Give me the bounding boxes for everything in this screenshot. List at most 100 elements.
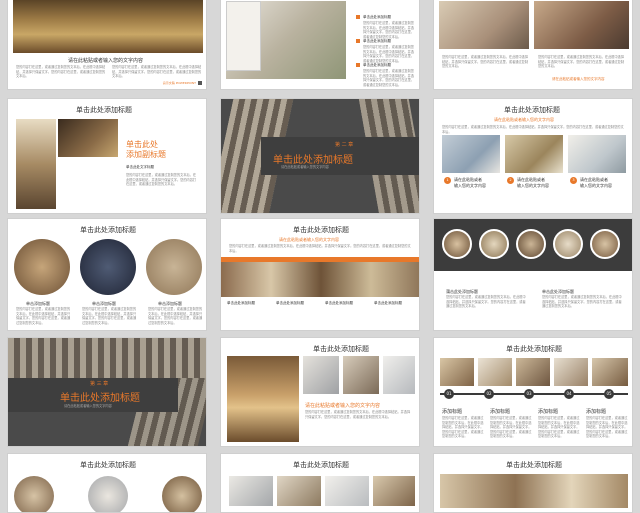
slide-8-label-2: 单击此处添加标题 [276, 301, 304, 305]
slide-5-chapter: 第 二 章 [335, 142, 354, 148]
slide-12-num-5: 05 [604, 389, 614, 399]
slide-1-logo: 演示文稿 POWERPOINT [162, 81, 203, 85]
slide-12-body-1: 您的内容打在这里，或者通过复制您的文本后，在此框中选择粘贴，并选择只保留文字。您… [442, 416, 484, 438]
slide-6-intro: 您的内容打在这里，或者通过复制您的文本后，在此框中选择粘贴，并选择只保留文字。您… [442, 125, 624, 134]
slide-8[interactable]: 单击此处添加标题 请在此粘贴或者输入您的文字内容 您的内容打在这里，或者通过复制… [220, 218, 420, 331]
slide-1[interactable]: 请在此粘贴或者输入您的文字内容 您的内容打在这里，或者通过复制您的文本后，在此框… [7, 0, 207, 90]
slide-13[interactable]: 单击此处添加标题 [7, 453, 207, 513]
slide-11-photo-4 [383, 356, 415, 394]
slide-4[interactable]: 单击此处添加标题 单击此处 添加副标题 单击此处文字标题 您的内容打在这里，或者… [7, 98, 207, 214]
slide-2-bullet-3 [356, 63, 360, 67]
slide-12-body-4: 您的内容打在这里，或者通过复制您的文本后，在此框中选择粘贴，并选择只保留文字。您… [586, 416, 628, 438]
slide-8-sub: 请在此粘贴或者输入您的文字内容 [279, 237, 339, 242]
slide-11-text: 请在此粘贴或者输入您的文字内容 [305, 403, 381, 409]
slide-11-title: 单击此处添加标题 [313, 345, 369, 353]
slide-8-label-4: 单击此处添加标题 [374, 301, 402, 305]
slide-11[interactable]: 单击此处添加标题 请在此粘贴或者输入您的文字内容 您的内容打在这里，或者通过复制… [220, 337, 420, 447]
slide-14[interactable]: 单击此处添加标题 [220, 453, 420, 513]
slide-10-slats-top [8, 338, 206, 378]
slide-6-sub: 请在此粘贴或者输入您的文字内容 [494, 117, 554, 122]
slide-9-circle-4 [553, 229, 583, 259]
slide-5-sub: 请在此粘贴或者输入您的文字内容 [281, 165, 329, 169]
slide-1-photo [13, 0, 203, 53]
slide-12-label-1: 添加标题 [442, 409, 463, 415]
slide-12-photo-4 [554, 358, 588, 386]
slide-4-title-2: 添加副标题 [126, 150, 166, 159]
slide-12[interactable]: 单击此处添加标题 01 02 03 04 05 添加标题 添加标题 添加标题 添… [433, 337, 633, 447]
slide-15[interactable]: 单击此处添加标题 [433, 453, 633, 513]
slide-3-photo-1 [439, 1, 529, 49]
slide-14-photo-4 [373, 476, 415, 506]
slide-11-body: 您的内容打在这里，或者通过复制您的文本后，在此框中选择粘贴，并选择只保留文字。您… [305, 410, 411, 419]
slide-8-strip-bar [221, 257, 419, 262]
slide-6-title: 单击此处添加标题 [504, 106, 560, 114]
slide-8-intro: 您的内容打在这里，或者通过复制您的文本后，在此框中选择粘贴，并选择只保留文字。您… [229, 244, 411, 253]
slide-3[interactable]: 您的内容打在这里，或者通过复制您的文本后，在此框中选择粘贴，并选择只保留文字。您… [433, 0, 633, 90]
slide-6[interactable]: 单击此处添加标题 请在此粘贴或者输入您的文字内容 您的内容打在这里，或者通过复制… [433, 98, 633, 214]
slide-12-num-1: 01 [444, 389, 454, 399]
slide-7-circle-2 [80, 239, 136, 295]
slide-3-photo-2 [534, 1, 629, 49]
slide-7-title: 单击此处添加标题 [80, 226, 136, 234]
slide-1-body-2: 您的内容打在这里，或者通过复制您的文本后，在此框中选择粘贴，并选择只保留文字。您… [112, 65, 202, 78]
slide-6-caption-3: 请在此粘贴或者 输入您的文字内容 [580, 177, 612, 188]
slide-4-sub: 单击此处文字标题 [126, 165, 154, 169]
slide-9-circle-1 [442, 229, 472, 259]
slide-3-caption: 请在此粘贴或者输入您的文字内容 [552, 77, 605, 81]
slide-2-item-1-body: 您的内容打在这里，或者通过复制您的文本后，在此框中选择粘贴，并选择只保留文字。您… [363, 21, 414, 39]
slide-12-title: 单击此处添加标题 [506, 345, 562, 353]
slide-2[interactable]: 单击此处添加标题 您的内容打在这里，或者通过复制您的文本后，在此框中选择粘贴，并… [220, 0, 420, 90]
slide-9-body-2: 您的内容打在这里，或者通过复制您的文本后，在此框中选择粘贴，并选择只保留文字。您… [542, 295, 622, 308]
slide-2-item-1: 单击此处添加标题 [363, 15, 391, 19]
slide-3-body: 您的内容打在这里，或者通过复制您的文本后，在此框中选择粘贴，并选择只保留文字。您… [442, 55, 529, 68]
slide-6-num-1: 1 [444, 177, 451, 184]
slide-12-num-2: 02 [484, 389, 494, 399]
slide-10[interactable]: 第 三 章 单击此处添加标题 请在此粘贴或者输入您的文字内容 [7, 337, 207, 447]
slide-6-caption-1: 请在此粘贴或者 输入您的文字内容 [454, 177, 486, 188]
slide-2-item-3: 单击此处添加标题 [363, 63, 391, 67]
slide-6-photo-2 [505, 135, 563, 173]
slide-12-body-2: 您的内容打在这里，或者通过复制您的文本后，在此框中选择粘贴，并选择只保留文字。您… [490, 416, 532, 438]
slide-13-circle-1 [14, 476, 54, 512]
slide-9-body-1: 您的内容打在这里，或者通过复制您的文本后，在此框中选择粘贴，并选择只保留文字。您… [446, 295, 526, 308]
slide-12-label-2: 添加标题 [490, 409, 511, 415]
slide-3-body-2: 您的内容打在这里，或者通过复制您的文本后，在此框中选择粘贴，并选择只保留文字。您… [538, 55, 625, 68]
slide-12-photo-2 [478, 358, 512, 386]
slide-10-title: 单击此处添加标题 [60, 393, 140, 404]
slide-1-text: 请在此粘贴或者输入您的文字内容 [68, 58, 144, 64]
slide-2-bullet-2 [356, 39, 360, 43]
slide-6-num-2: 2 [507, 177, 514, 184]
slide-4-body: 您的内容打在这里，或者通过复制您的文本后，在此框中选择粘贴，并选择只保留文字。您… [126, 173, 197, 186]
slide-9-circle-5 [590, 229, 620, 259]
slide-11-photo-1 [227, 356, 299, 442]
slide-9-circle-3 [516, 229, 546, 259]
slide-4-title: 单击此处添加标题 [76, 106, 132, 114]
slide-14-photo-2 [277, 476, 321, 506]
slide-7-circle-1 [14, 239, 70, 295]
slide-7-body-3: 您的内容打在这里，或者通过复制您的文本后，在此框中选择粘贴，并选择只保留文字。您… [148, 307, 203, 325]
slide-7-circle-3 [146, 239, 202, 295]
slide-14-title: 单击此处添加标题 [293, 461, 349, 469]
slide-2-bullet-1 [356, 15, 360, 19]
slide-6-photo-1 [442, 135, 500, 173]
slide-2-photo-inset [226, 1, 261, 71]
slide-8-title: 单击此处添加标题 [293, 226, 349, 234]
slide-2-item-3-body: 您的内容打在这里，或者通过复制您的文本后，在此框中选择粘贴，并选择只保留文字。您… [363, 69, 414, 87]
slide-6-photo-3 [568, 135, 626, 173]
slide-9-circle-2 [479, 229, 509, 259]
slide-8-label-3: 单击此处添加标题 [325, 301, 353, 305]
slide-7[interactable]: 单击此处添加标题 单击添加标题 单击添加标题 单击添加标题 您的内容打在这里，或… [7, 218, 207, 331]
slide-2-item-2-body: 您的内容打在这里，或者通过复制您的文本后，在此框中选择粘贴，并选择只保留文字。您… [363, 45, 414, 63]
slide-12-body-3: 您的内容打在这里，或者通过复制您的文本后，在此框中选择粘贴，并选择只保留文字。您… [538, 416, 580, 438]
slide-7-body-1: 您的内容打在这里，或者通过复制您的文本后，在此框中选择粘贴，并选择只保留文字。您… [16, 307, 71, 325]
slide-15-title: 单击此处添加标题 [506, 461, 562, 469]
slide-8-strip [221, 257, 419, 297]
slide-2-item-2: 单击此处添加标题 [363, 39, 391, 43]
slide-12-photo-1 [440, 358, 474, 386]
slide-6-caption-2: 请在此粘贴或者 输入您的文字内容 [517, 177, 549, 188]
slide-9[interactable]: 蒲击此处添加标题 您的内容打在这里，或者通过复制您的文本后，在此框中选择粘贴，并… [433, 218, 633, 331]
slide-13-title: 单击此处添加标题 [80, 461, 136, 469]
slide-5[interactable]: 第 二 章 单击此处添加标题 请在此粘贴或者输入您的文字内容 [220, 98, 420, 214]
slide-12-timeline [440, 393, 628, 395]
slide-12-photo-5 [592, 358, 628, 386]
